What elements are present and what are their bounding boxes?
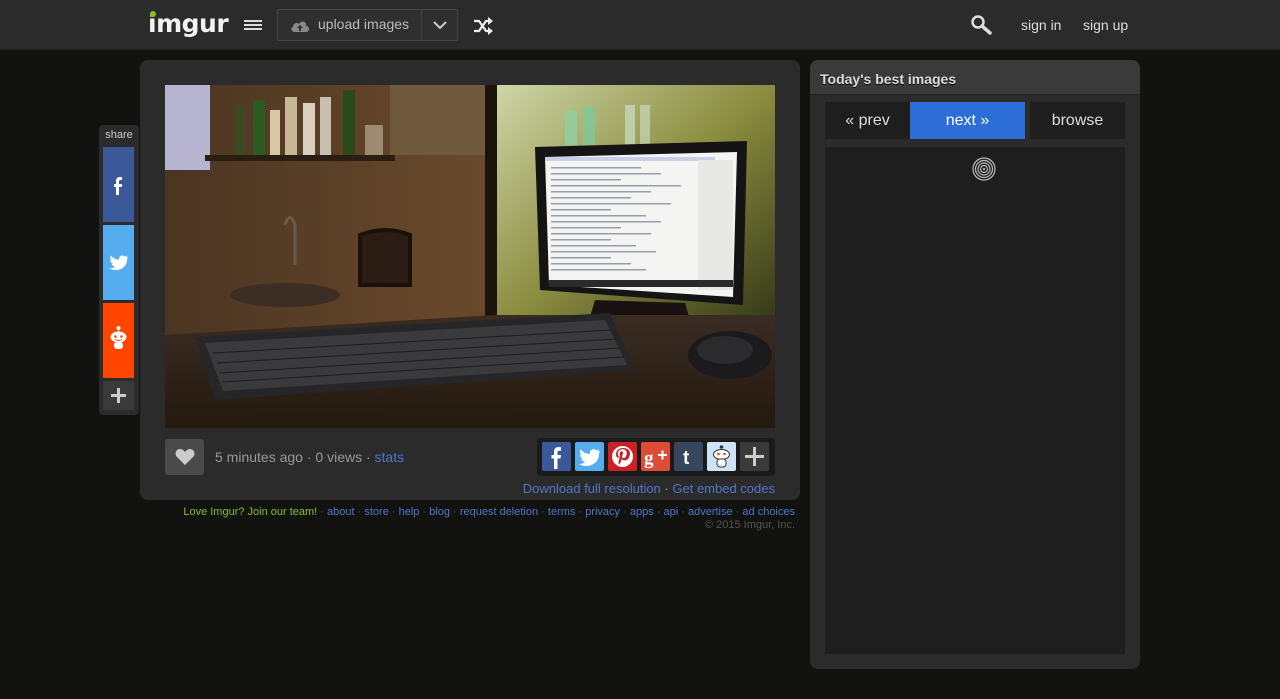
logo-dot xyxy=(150,11,156,17)
post-meta: 5 minutes ago · 0 views · stats xyxy=(215,449,404,465)
image-post-panel: 5 minutes ago · 0 views · stats g t Down… xyxy=(140,60,800,500)
upload-images-button[interactable]: upload images xyxy=(277,9,422,41)
sign-up-link[interactable]: sign up xyxy=(1083,17,1128,33)
logo-text: imgur xyxy=(148,9,229,38)
plus-icon xyxy=(745,447,764,466)
upload-dropdown-button[interactable] xyxy=(421,9,458,41)
next-button[interactable]: next » xyxy=(910,102,1025,139)
stats-link[interactable]: stats xyxy=(375,449,405,465)
reddit-alien-icon xyxy=(110,326,127,349)
share-twitter-button[interactable] xyxy=(103,225,134,300)
upload-images-label: upload images xyxy=(318,16,410,32)
share-label: share xyxy=(105,129,133,141)
best-images-sidebar: Today's best images « prev next » browse xyxy=(810,60,1140,669)
sidebar-title: Today's best images xyxy=(820,71,957,87)
prev-button[interactable]: « prev xyxy=(825,102,910,139)
footer-link-apps[interactable]: apps xyxy=(630,506,654,518)
footer-link-api[interactable]: api xyxy=(663,506,678,518)
browse-button[interactable]: browse xyxy=(1030,102,1125,139)
share-more-button[interactable] xyxy=(103,381,134,410)
post-views: 0 views xyxy=(315,449,363,465)
google-plus-icon: g xyxy=(644,448,667,469)
footer-link-blog[interactable]: blog xyxy=(429,506,450,518)
footer-link-privacy[interactable]: privacy xyxy=(585,506,620,518)
footer-separator: · xyxy=(391,506,399,518)
footer-link-store[interactable]: store xyxy=(364,506,388,518)
more-share-options-button[interactable] xyxy=(740,442,769,471)
twitter-bird-icon xyxy=(578,449,600,466)
search-icon[interactable] xyxy=(970,14,994,36)
footer-link-advertise[interactable]: advertise xyxy=(688,506,733,518)
footer-link-terms[interactable]: terms xyxy=(548,506,576,518)
shuffle-random-icon[interactable] xyxy=(472,16,494,36)
google-plus-share-button[interactable]: g xyxy=(641,442,670,471)
reddit-alien-icon xyxy=(713,445,730,468)
hamburger-menu-icon[interactable] xyxy=(243,18,263,32)
social-share-row: g t xyxy=(537,438,775,476)
footer-link-request-deletion[interactable]: request deletion xyxy=(460,506,538,518)
main-image[interactable] xyxy=(165,85,775,428)
cloud-upload-icon xyxy=(291,21,309,32)
footer-link-about[interactable]: about xyxy=(327,506,355,518)
footer-separator: · xyxy=(623,506,630,518)
tumblr-icon: t xyxy=(683,448,690,469)
share-reddit-button[interactable] xyxy=(103,303,134,378)
top-navigation-bar: imgur upload images sign in sign up xyxy=(0,0,1280,50)
loading-spinner-icon xyxy=(972,157,996,181)
sidebar-header: Today's best images xyxy=(810,60,1140,95)
get-embed-codes-link[interactable]: Get embed codes xyxy=(672,481,775,496)
svg-text:t: t xyxy=(683,448,690,469)
pinterest-icon xyxy=(612,446,633,467)
share-sidebar: share xyxy=(99,125,139,415)
chevron-down-icon xyxy=(433,21,447,30)
gallery-thumbnails-area xyxy=(825,147,1125,654)
reddit-share-button[interactable] xyxy=(707,442,736,471)
footer: Love Imgur? Join our team! · about · sto… xyxy=(140,506,795,532)
sign-in-link[interactable]: sign in xyxy=(1021,17,1061,33)
meta-separator: · xyxy=(365,449,375,465)
plus-icon xyxy=(111,388,126,403)
copyright: © 2015 Imgur, Inc. xyxy=(704,519,795,531)
footer-separator: · xyxy=(453,506,460,518)
tumblr-share-button[interactable]: t xyxy=(674,442,703,471)
heart-icon xyxy=(175,449,195,465)
footer-links-row: Love Imgur? Join our team! · about · sto… xyxy=(140,506,795,519)
footer-separator: · xyxy=(681,506,688,518)
join-team-link[interactable]: Love Imgur? Join our team! xyxy=(183,506,317,518)
twitter-bird-icon xyxy=(109,255,128,271)
facebook-icon xyxy=(114,177,122,195)
footer-separator: · xyxy=(541,506,548,518)
download-links: Download full resolution · Get embed cod… xyxy=(523,481,775,496)
desk-computer-photo xyxy=(165,85,775,428)
twitter-share-button[interactable] xyxy=(575,442,604,471)
footer-link-help[interactable]: help xyxy=(399,506,420,518)
facebook-share-button[interactable] xyxy=(542,442,571,471)
post-time: 5 minutes ago xyxy=(215,449,303,465)
share-facebook-button[interactable] xyxy=(103,147,134,222)
svg-text:g: g xyxy=(644,448,654,469)
pinterest-share-button[interactable] xyxy=(608,442,637,471)
facebook-icon xyxy=(551,447,561,469)
imgur-logo[interactable]: imgur xyxy=(148,9,229,38)
download-full-resolution-link[interactable]: Download full resolution xyxy=(523,481,661,496)
footer-link-ad-choices[interactable]: ad choices xyxy=(742,506,795,518)
favorite-heart-button[interactable] xyxy=(165,439,204,475)
